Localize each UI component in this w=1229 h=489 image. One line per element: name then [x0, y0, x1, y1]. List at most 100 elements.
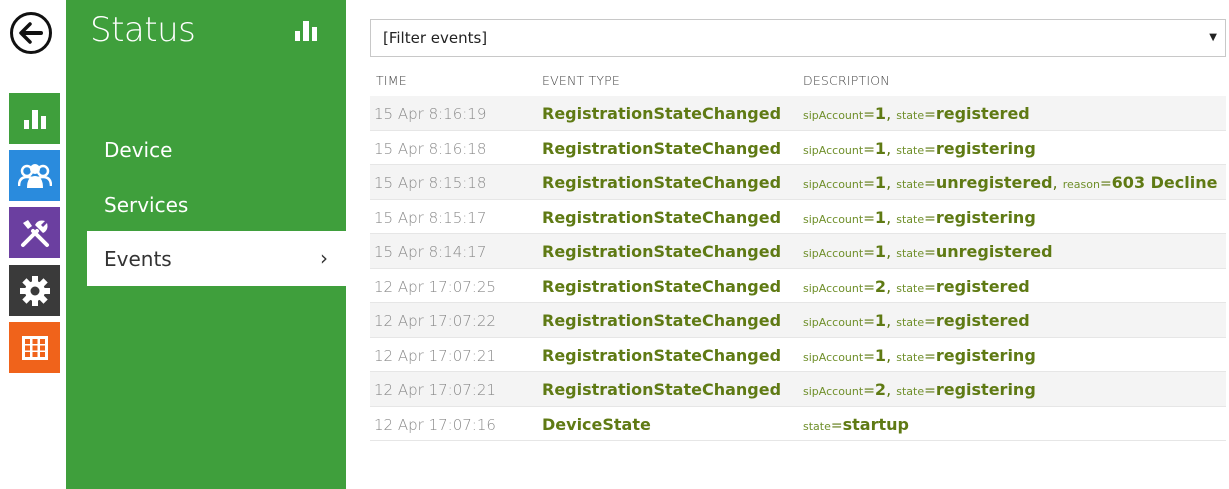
table-row: 15 Apr 8:15:17 RegistrationStateChanged si…: [370, 199, 1226, 234]
nav-item-label: Events: [104, 246, 172, 271]
param-key: sipAccount: [803, 212, 864, 226]
table-row: 15 Apr 8:16:19 RegistrationStateChanged si…: [370, 96, 1226, 131]
param-value: registering: [935, 138, 1036, 158]
users-icon: [17, 163, 52, 188]
event-description: sipAccount=1, state=registering: [803, 345, 1036, 365]
event-time: 12 Apr 17:07:25: [374, 277, 496, 296]
param-value: 1: [874, 242, 887, 261]
param-key: sipAccount: [803, 178, 864, 191]
param-value: 1: [874, 104, 887, 123]
param-value: registered: [935, 104, 1030, 123]
caret-down-icon: ▼: [1209, 32, 1217, 43]
param-value: 2: [874, 276, 887, 296]
param-key: sipAccount: [803, 109, 864, 122]
param-key: sipAccount: [803, 143, 864, 157]
param-value: unregistered: [935, 242, 1053, 261]
param-key: state: [896, 281, 925, 295]
filter-events-select[interactable]: [Filter events] ▼: [370, 19, 1226, 57]
param-value: 1: [874, 345, 887, 365]
bar-chart-icon: [23, 109, 46, 129]
event-time: 15 Apr 8:16:19: [374, 105, 487, 123]
column-header-time: TIME: [376, 73, 407, 88]
nav-item-device[interactable]: Device: [66, 122, 346, 177]
event-type: DeviceState: [542, 414, 651, 434]
column-header-description: DESCRIPTION: [803, 73, 890, 88]
param-value: registering: [935, 380, 1036, 399]
directory-tile[interactable]: [9, 150, 60, 201]
param-key: state: [896, 143, 925, 157]
param-key: state: [896, 385, 925, 398]
apps-tile[interactable]: [9, 322, 60, 373]
chevron-right-icon: ›: [320, 246, 328, 270]
param-value: 1: [874, 207, 887, 227]
event-type: RegistrationStateChanged: [542, 242, 782, 261]
param-value: registering: [935, 207, 1036, 227]
param-value: 2: [874, 380, 887, 399]
event-description: sipAccount=1, state=registered: [803, 311, 1030, 330]
param-key: sipAccount: [803, 316, 864, 329]
event-time: 15 Apr 8:14:17: [374, 243, 487, 261]
param-value: 1: [874, 138, 887, 158]
table-row: 12 Apr 17:07:21 RegistrationStateChanged s…: [370, 372, 1226, 407]
event-time: 12 Apr 17:07:21: [374, 381, 496, 399]
event-description: state=startup: [803, 414, 909, 434]
event-description: sipAccount=1, state=registering: [803, 207, 1036, 227]
event-time: 12 Apr 17:07:21: [374, 346, 496, 365]
table-row: 15 Apr 8:15:18 RegistrationStateChanged si…: [370, 165, 1226, 200]
event-type: RegistrationStateChanged: [542, 207, 782, 227]
nav-item-label: Device: [104, 137, 173, 162]
events-table-header: TIME EVENT TYPE DESCRIPTION: [370, 64, 1226, 96]
settings-tile[interactable]: [9, 265, 60, 316]
event-time: 15 Apr 8:15:18: [374, 174, 487, 192]
event-description: sipAccount=2, state=registering: [803, 380, 1036, 399]
event-type: RegistrationStateChanged: [542, 380, 782, 399]
param-value: startup: [842, 414, 909, 434]
table-row: 12 Apr 17:07:25 RegistrationStateChanged s…: [370, 268, 1226, 303]
param-key: sipAccount: [803, 350, 864, 364]
param-value: registered: [935, 276, 1030, 296]
param-value: 603 Decline: [1111, 173, 1218, 192]
event-type: RegistrationStateChanged: [542, 173, 782, 192]
icon-rail: [0, 0, 66, 489]
event-time: 12 Apr 17:07:22: [374, 312, 496, 330]
events-table-body: 15 Apr 8:16:19 RegistrationStateChanged si…: [370, 96, 1226, 441]
param-key: state: [803, 419, 831, 433]
back-button[interactable]: [10, 12, 52, 54]
event-type: RegistrationStateChanged: [542, 276, 782, 296]
param-value: 1: [874, 173, 887, 192]
event-description: sipAccount=1, state=unregistered, reason…: [803, 173, 1218, 192]
param-value: unregistered: [935, 173, 1053, 192]
grid-icon: [21, 335, 48, 360]
tools-icon: [20, 219, 49, 247]
param-key: state: [896, 350, 925, 364]
table-row: 12 Apr 17:07:22 RegistrationStateChanged s…: [370, 303, 1226, 338]
param-key: state: [896, 178, 925, 191]
table-row: 15 Apr 8:14:17 RegistrationStateChanged si…: [370, 234, 1226, 269]
event-description: sipAccount=1, state=unregistered: [803, 242, 1053, 261]
back-arrow-icon: [19, 22, 43, 44]
nav-item-events[interactable]: Events ›: [87, 231, 346, 286]
table-row: 12 Apr 17:07:16 DeviceState state=startup: [370, 406, 1226, 441]
status-tile[interactable]: [9, 93, 60, 144]
event-type: RegistrationStateChanged: [542, 345, 782, 365]
nav-item-services[interactable]: Services: [66, 177, 346, 232]
param-key: state: [896, 212, 925, 226]
column-header-event-type: EVENT TYPE: [542, 73, 621, 88]
param-key: state: [896, 247, 925, 260]
param-value: 1: [874, 311, 887, 330]
param-key: state: [896, 109, 925, 122]
status-nav-panel: Status Device Services Events ›: [66, 0, 346, 489]
table-row: 12 Apr 17:07:21 RegistrationStateChanged s…: [370, 337, 1226, 372]
nav-item-label: Services: [104, 192, 189, 217]
param-key: state: [896, 316, 925, 329]
event-time: 15 Apr 8:16:18: [374, 139, 487, 158]
event-time: 15 Apr 8:15:17: [374, 208, 487, 227]
param-value: registering: [935, 345, 1036, 365]
event-description: sipAccount=1, state=registered: [803, 104, 1030, 123]
hardware-tile[interactable]: [9, 207, 60, 258]
event-type: RegistrationStateChanged: [542, 311, 782, 330]
event-description: sipAccount=1, state=registering: [803, 138, 1036, 158]
event-description: sipAccount=2, state=registered: [803, 276, 1030, 296]
gear-icon: [19, 275, 50, 306]
param-key: sipAccount: [803, 281, 864, 295]
